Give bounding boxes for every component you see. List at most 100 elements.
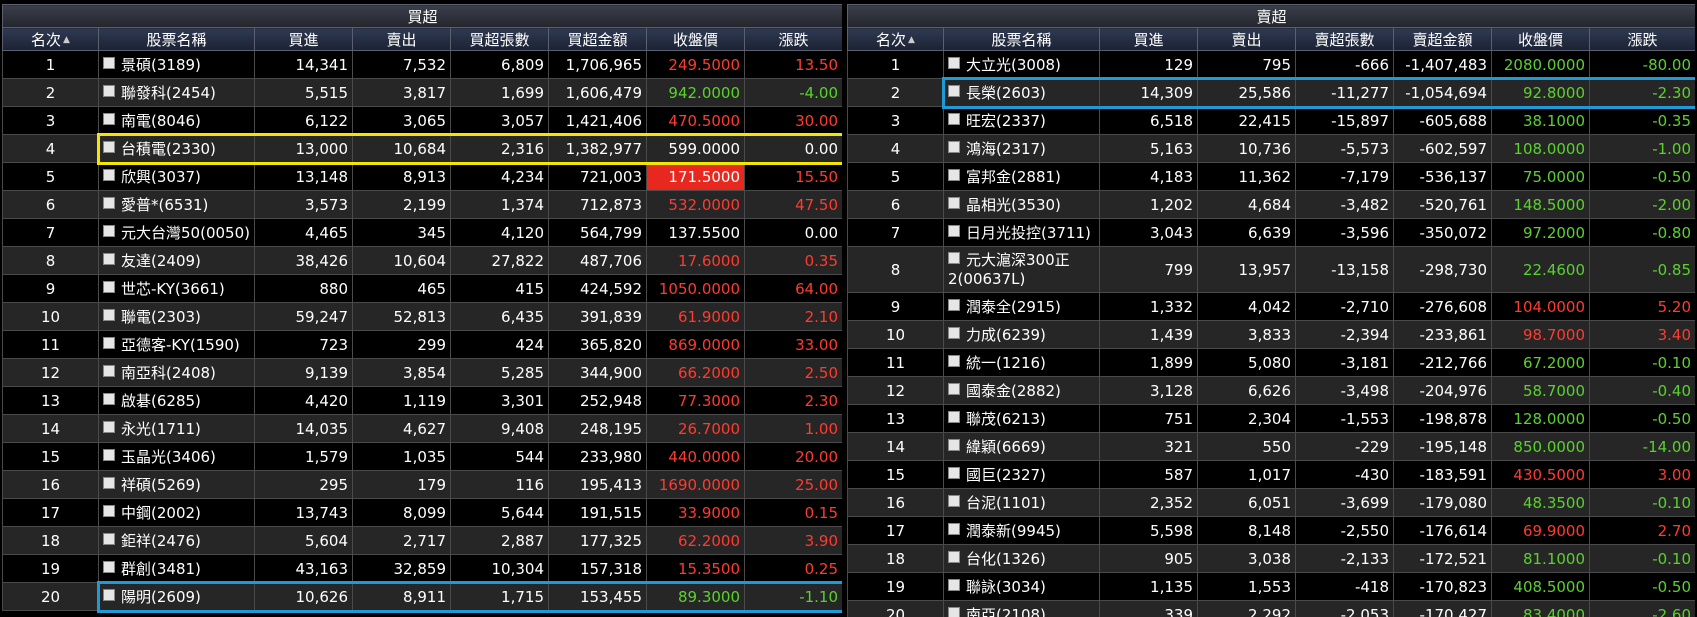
table-row[interactable]: 15 玉晶光(3406) 1,579 1,035 544 233,980 440.0000 2… [2,442,842,471]
col-header-change[interactable]: 漲跌 [743,27,842,51]
checkbox-icon[interactable] [103,533,115,545]
col-header-sell[interactable]: 賣出 [352,27,451,51]
checkbox-icon[interactable] [103,589,115,601]
checkbox-icon[interactable] [948,251,960,264]
table-row[interactable]: 5 富邦金(2881) 4,183 11,362 -7,179 -536,137 75.00… [847,162,1695,191]
table-row[interactable]: 16 台泥(1101) 2,352 6,051 -3,699 -179,080 48.350… [847,488,1695,517]
stock-name-cell[interactable]: 玉晶光(3406) [98,442,255,471]
table-row[interactable]: 17 中鋼(2002) 13,743 8,099 5,644 191,515 33.9000… [2,498,842,527]
checkbox-icon[interactable] [948,523,960,535]
stock-name-cell[interactable]: 力成(6239) [943,320,1100,349]
checkbox-icon[interactable] [103,477,115,489]
checkbox-icon[interactable] [948,607,960,617]
checkbox-icon[interactable] [948,169,960,181]
table-row[interactable]: 14 永光(1711) 14,035 4,627 9,408 248,195 26.7000… [2,414,842,443]
stock-name-cell[interactable]: 聯茂(6213) [943,404,1100,433]
stock-name-cell[interactable]: 台泥(1101) [943,488,1100,517]
table-row[interactable]: 3 南電(8046) 6,122 3,065 3,057 1,421,406 470.500… [2,106,842,135]
checkbox-icon[interactable] [103,225,115,237]
checkbox-icon[interactable] [103,309,115,321]
stock-name-cell[interactable]: 聯發科(2454) [98,78,255,107]
stock-name-cell[interactable]: 統一(1216) [943,348,1100,377]
checkbox-icon[interactable] [948,439,960,451]
checkbox-icon[interactable] [103,393,115,405]
checkbox-icon[interactable] [948,579,960,591]
stock-name-cell[interactable]: 祥碩(5269) [98,470,255,499]
checkbox-icon[interactable] [948,197,960,209]
stock-name-cell[interactable]: 大立光(3008) [943,50,1100,79]
checkbox-icon[interactable] [948,495,960,507]
stock-name-cell[interactable]: 台化(1326) [943,544,1100,573]
checkbox-icon[interactable] [103,337,115,349]
stock-name-cell[interactable]: 世芯-KY(3661) [98,274,255,303]
table-row[interactable]: 5 欣興(3037) 13,148 8,913 4,234 721,003 171.5000… [2,162,842,191]
table-row[interactable]: 9 世芯-KY(3661) 880 465 415 424,592 1050.0000 64.… [2,274,842,303]
table-row[interactable]: 7 日月光投控(3711) 3,043 6,639 -3,596 -350,072 97.2… [847,218,1695,247]
table-row[interactable]: 18 台化(1326) 905 3,038 -2,133 -172,521 81.1000-… [847,544,1695,573]
checkbox-icon[interactable] [103,197,115,209]
table-row[interactable]: 10 聯電(2303) 59,247 52,813 6,435 391,839 61.900… [2,302,842,331]
stock-name-cell[interactable]: 欣興(3037) [98,162,255,191]
table-row[interactable]: 11 亞德客-KY(1590) 723 299 424 365,820 869.0000 33… [2,330,842,359]
stock-name-cell[interactable]: 日月光投控(3711) [943,218,1100,247]
table-row[interactable]: 3 旺宏(2337) 6,518 22,415 -15,897 -605,688 38.10… [847,106,1695,135]
table-row[interactable]: 8 友達(2409) 38,426 10,604 27,822 487,706 17.600… [2,246,842,275]
col-header-net-lots[interactable]: 賣超張數 [1295,27,1394,51]
stock-name-cell[interactable]: 群創(3481) [98,554,255,583]
checkbox-icon[interactable] [103,449,115,461]
stock-name-cell[interactable]: 元大台灣50(0050) [98,218,255,247]
col-header-rank[interactable]: 名次 ▲ [2,27,99,51]
checkbox-icon[interactable] [948,355,960,367]
table-row[interactable]: 12 南亞科(2408) 9,139 3,854 5,285 344,900 66.2000… [2,358,842,387]
checkbox-icon[interactable] [948,299,960,311]
table-row[interactable]: 10 力成(6239) 1,439 3,833 -2,394 -233,861 98.700… [847,320,1695,349]
table-row[interactable]: 17 潤泰新(9945) 5,598 8,148 -2,550 -176,614 69.90… [847,516,1695,545]
table-row[interactable]: 2 聯發科(2454) 5,515 3,817 1,699 1,606,479 942.00… [2,78,842,107]
stock-name-cell[interactable]: 長榮(2603) [943,78,1100,107]
table-row[interactable]: 6 晶相光(3530) 1,202 4,684 -3,482 -520,761 148.50… [847,190,1695,219]
stock-name-cell[interactable]: 緯穎(6669) [943,432,1100,461]
stock-name-cell[interactable]: 南亞(2108) [943,600,1100,617]
col-header-close[interactable]: 收盤價 [646,27,745,51]
checkbox-icon[interactable] [103,365,115,377]
col-header-close[interactable]: 收盤價 [1491,27,1590,51]
col-header-buy[interactable]: 買進 [254,27,353,51]
table-row[interactable]: 4 鴻海(2317) 5,163 10,736 -5,573 -602,597 108.00… [847,134,1695,163]
stock-name-cell[interactable]: 聯電(2303) [98,302,255,331]
checkbox-icon[interactable] [103,57,115,69]
col-header-name[interactable]: 股票名稱 [943,27,1100,51]
table-row[interactable]: 16 祥碩(5269) 295 179 116 195,413 1690.0000 25.00 [2,470,842,499]
checkbox-icon[interactable] [948,225,960,237]
stock-name-cell[interactable]: 國巨(2327) [943,460,1100,489]
col-header-net-lots[interactable]: 買超張數 [450,27,549,51]
col-header-sell[interactable]: 賣出 [1197,27,1296,51]
table-row[interactable]: 13 啟碁(6285) 4,420 1,119 3,301 252,948 77.3000 2… [2,386,842,415]
stock-name-cell[interactable]: 元大滬深300正2(00637L) [943,246,1100,293]
checkbox-icon[interactable] [948,383,960,395]
table-row[interactable]: 11 統一(1216) 1,899 5,080 -3,181 -212,766 67.200… [847,348,1695,377]
table-row[interactable]: 8 元大滬深300正2(00637L) 799 13,957 -13,158 -298,7… [847,246,1695,293]
checkbox-icon[interactable] [103,281,115,293]
col-header-change[interactable]: 漲跌 [1588,27,1695,51]
table-row[interactable]: 14 緯穎(6669) 321 550 -229 -195,148 850.0000 -14.… [847,432,1695,461]
table-row[interactable]: 12 國泰金(2882) 3,128 6,626 -3,498 -204,976 58.70… [847,376,1695,405]
checkbox-icon[interactable] [103,561,115,573]
col-header-buy[interactable]: 買進 [1099,27,1198,51]
checkbox-icon[interactable] [948,57,960,69]
stock-name-cell[interactable]: 亞德客-KY(1590) [98,330,255,359]
stock-name-cell[interactable]: 愛普*(6531) [98,190,255,219]
table-row[interactable]: 4 台積電(2330) 13,000 10,684 2,316 1,382,977 599.… [2,134,842,163]
stock-name-cell[interactable]: 富邦金(2881) [943,162,1100,191]
col-header-name[interactable]: 股票名稱 [98,27,255,51]
checkbox-icon[interactable] [103,113,115,125]
checkbox-icon[interactable] [103,141,115,153]
stock-name-cell[interactable]: 旺宏(2337) [943,106,1100,135]
table-row[interactable]: 20 南亞(2108) 339 2,292 -2,053 -170,427 83.4000-… [847,600,1695,617]
table-row[interactable]: 1 大立光(3008) 129 795 -666 -1,407,483 2080.0000-… [847,50,1695,79]
stock-name-cell[interactable]: 鴻海(2317) [943,134,1100,163]
checkbox-icon[interactable] [103,169,115,181]
checkbox-icon[interactable] [948,85,960,97]
checkbox-icon[interactable] [948,141,960,153]
stock-name-cell[interactable]: 啟碁(6285) [98,386,255,415]
checkbox-icon[interactable] [103,253,115,265]
